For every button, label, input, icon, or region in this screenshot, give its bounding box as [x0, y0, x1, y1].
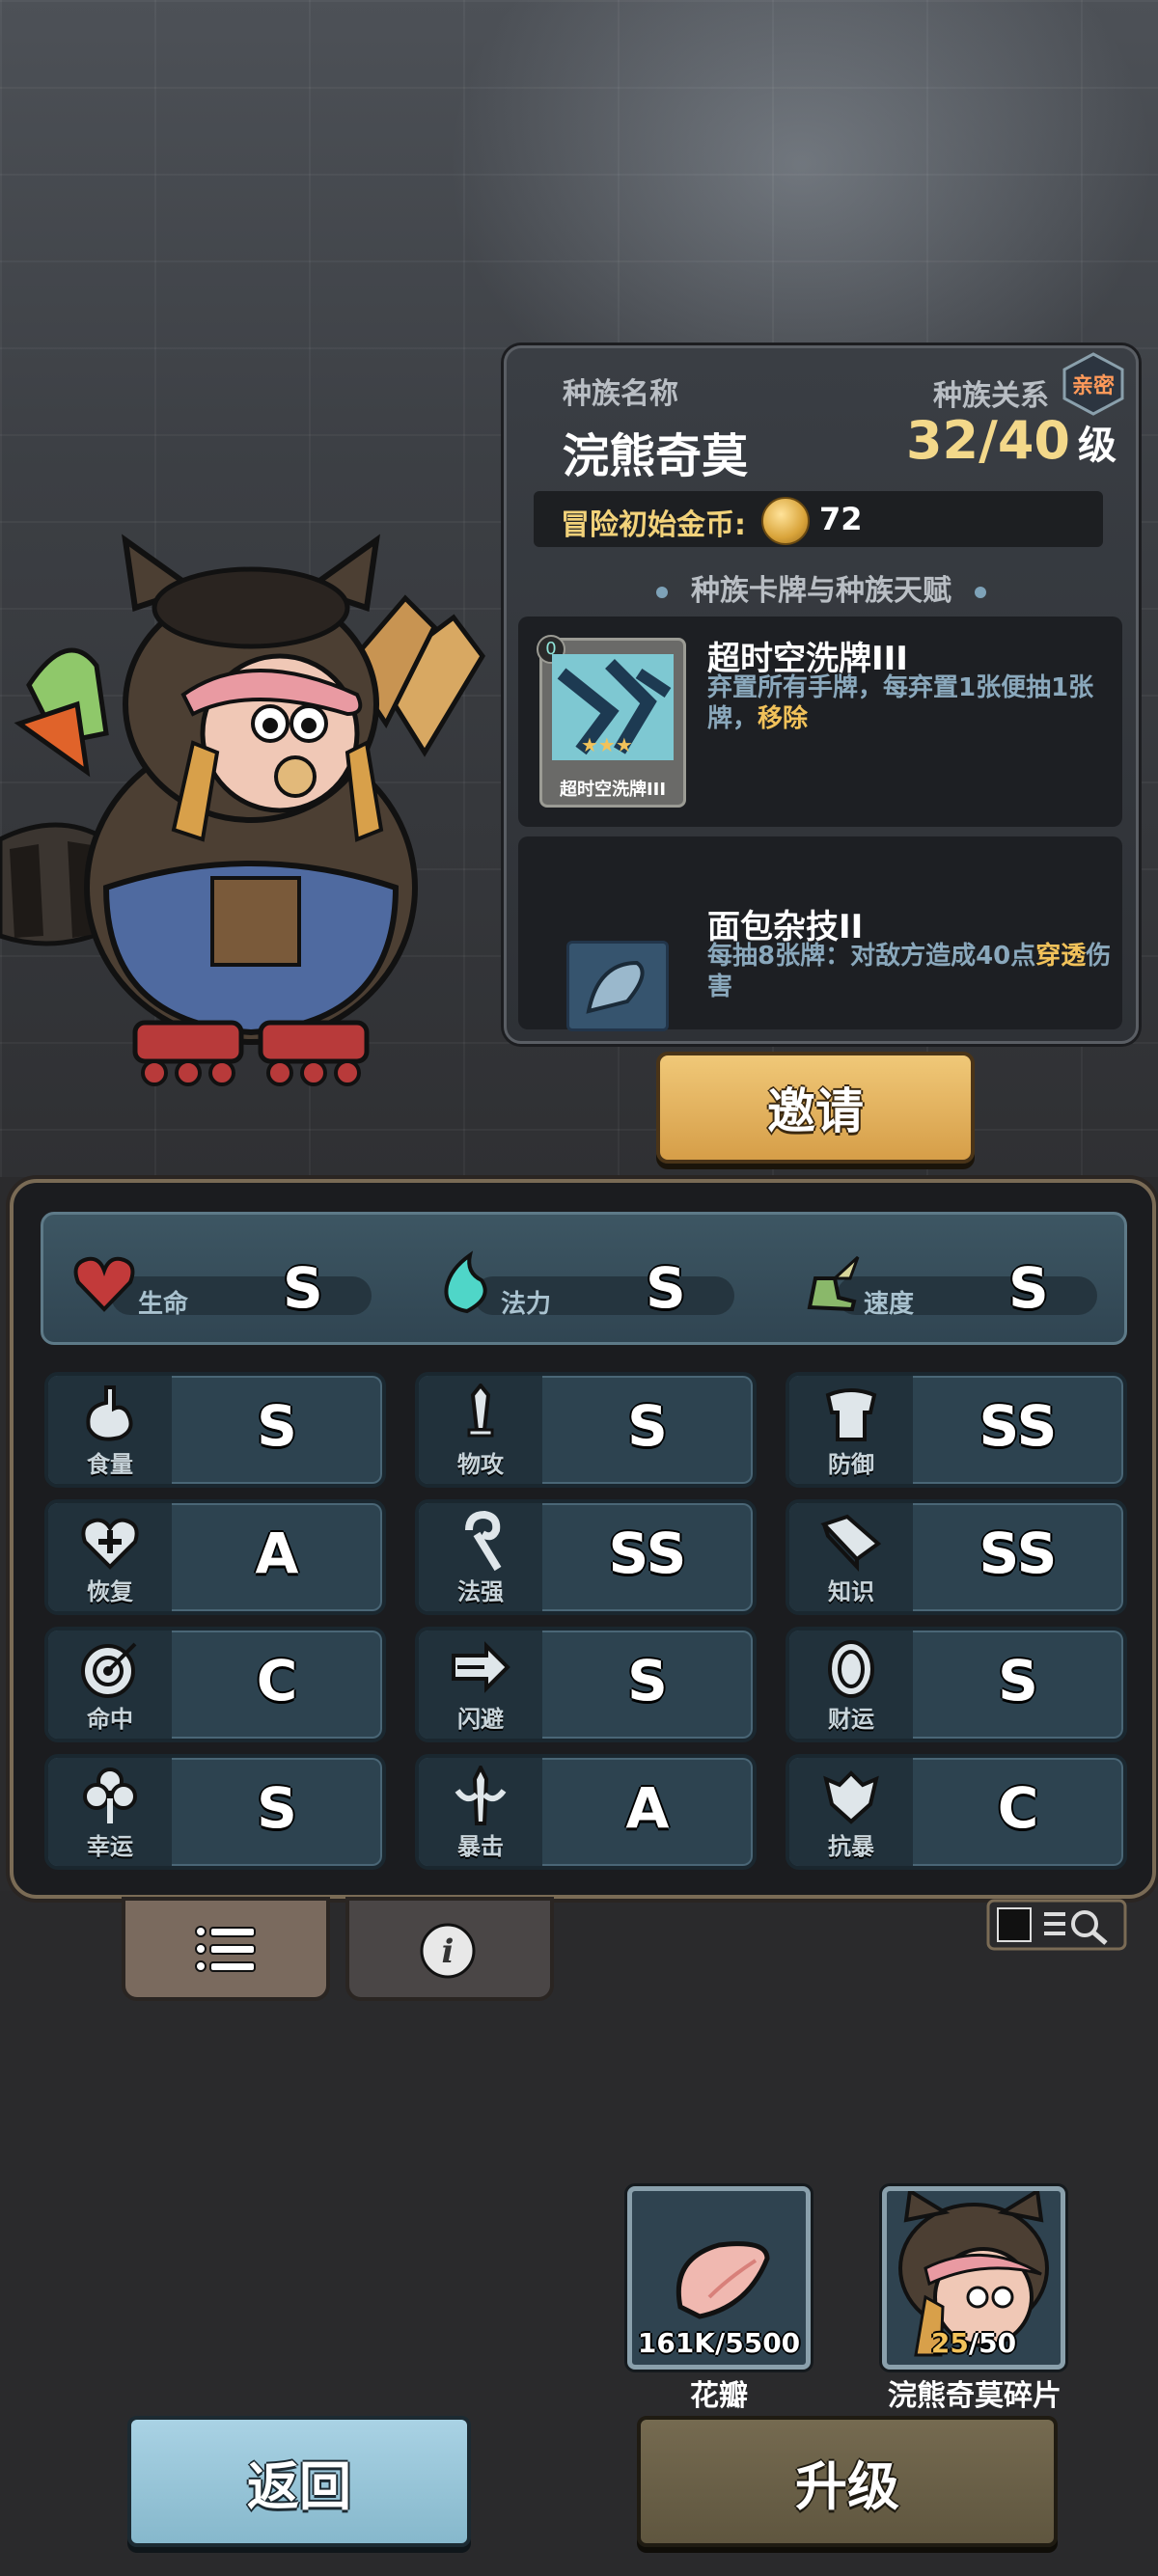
winged-boot-icon [807, 1255, 860, 1312]
stats-panel: 生命 S 法力 S 速度 S 食量 S 物攻 S 防御 SS 恢复 A 法强 S… [10, 1179, 1156, 1899]
upgrade-button[interactable]: 升级 [637, 2416, 1058, 2547]
shield-crest-icon [823, 1770, 879, 1824]
bullet-dot-icon [975, 586, 986, 598]
race-relation-label: 种族关系 [933, 379, 1049, 413]
star-rating-icon: ★★★ [581, 733, 633, 756]
target-icon [81, 1642, 137, 1698]
invite-button[interactable]: 邀请 [656, 1052, 975, 1164]
view-toggle[interactable] [984, 1897, 1129, 1953]
checkbox-icon [997, 1907, 1032, 1942]
book-icon [820, 1514, 882, 1573]
bullet-dot-icon [656, 586, 668, 598]
stat-crit-resist[interactable]: 抗暴 C [786, 1754, 1127, 1870]
heart-plus-icon [81, 1518, 139, 1570]
card-art[interactable]: 0 ★★★ 超时空洗牌III [537, 635, 686, 808]
race-talent-entry[interactable]: 面包杂技II 每抽8张牌：对敌方造成40点穿透伤害 [518, 836, 1122, 1031]
material-petal[interactable]: 161K/5500 [627, 2186, 811, 2370]
clover-icon [83, 1768, 137, 1823]
shard-count: 25/50 [930, 2327, 1017, 2359]
gold-coin-icon [761, 497, 810, 545]
stat-fortune[interactable]: 财运 S [786, 1627, 1127, 1742]
armor-icon [825, 1388, 877, 1441]
list-icon [195, 1926, 256, 1972]
level-unit: 级 [1078, 424, 1117, 468]
staff-icon [465, 1511, 502, 1572]
relation-badge-text: 亲密 [1071, 374, 1115, 398]
info-icon: i [420, 1923, 476, 1979]
race-level: 32/40 级 [906, 410, 1117, 471]
talent-description: 每抽8张牌：对敌方造成40点穿透伤害 [707, 942, 1112, 1001]
card-art-name: 超时空洗牌III [559, 780, 667, 800]
tab-info[interactable]: i [345, 1897, 554, 2001]
stat-hp[interactable]: 生命 S [63, 1240, 381, 1321]
primary-stats-bar: 生命 S 法力 S 速度 S [41, 1212, 1127, 1345]
stomach-icon [86, 1385, 133, 1441]
stat-critical[interactable]: 暴击 A [415, 1754, 757, 1870]
relation-badge[interactable]: 亲密 [1062, 352, 1124, 416]
stat-magic-power[interactable]: 法强 SS [415, 1499, 757, 1615]
shuffle-card-art-icon: ★★★ [552, 654, 674, 760]
stat-recovery[interactable]: 恢复 A [44, 1499, 386, 1615]
race-name-label: 种族名称 [563, 377, 678, 411]
cards-talents-heading: 种族卡牌与种族天赋 [507, 566, 1136, 609]
material-petal-label: 花瓣 [690, 2379, 748, 2413]
back-button[interactable]: 返回 [127, 2416, 471, 2547]
stat-appetite[interactable]: 食量 S [44, 1372, 386, 1488]
material-shard-label: 浣熊奇莫碎片 [888, 2379, 1062, 2413]
svg-text:i: i [442, 1932, 455, 1971]
dagger-icon [455, 1766, 507, 1825]
race-name: 浣熊奇莫 [563, 429, 749, 483]
coin-icon [828, 1640, 874, 1698]
race-info-panel: 种族名称 种族关系 亲密 浣熊奇莫 32/40 级 冒险初始金币: 72 种族卡牌… [504, 345, 1139, 1044]
stat-mana[interactable]: 法力 S [426, 1240, 744, 1321]
stat-accuracy[interactable]: 命中 C [44, 1627, 386, 1742]
petal-count: 161K/5500 [637, 2327, 801, 2359]
material-shard[interactable]: 25/50 [882, 2186, 1065, 2370]
stat-luck[interactable]: 幸运 S [44, 1754, 386, 1870]
stat-speed[interactable]: 速度 S [788, 1240, 1107, 1321]
dash-arrow-icon [452, 1641, 510, 1693]
bread-talent-icon [566, 941, 669, 1031]
race-card-entry[interactable]: 0 ★★★ 超时空洗牌III 超时空洗牌III 弃置所有手牌，每弃置1张便抽1张… [518, 617, 1122, 827]
mana-flame-icon [444, 1250, 487, 1314]
tab-stats-list[interactable] [122, 1897, 330, 2001]
stat-dodge[interactable]: 闪避 S [415, 1627, 757, 1742]
sword-icon [467, 1384, 494, 1438]
starting-gold-label: 冒险初始金币: [561, 508, 746, 542]
card-description: 弃置所有手牌，每弃置1张便抽1张牌，移除 [707, 673, 1094, 733]
stat-defense[interactable]: 防御 SS [786, 1372, 1127, 1488]
stat-physical-attack[interactable]: 物攻 S [415, 1372, 757, 1488]
raccoon-character-portrait [0, 534, 486, 1086]
level-value: 32/40 [905, 410, 1070, 471]
heart-icon [73, 1256, 135, 1312]
starting-gold-value: 72 [819, 501, 863, 537]
starting-gold-bar: 冒险初始金币: 72 [534, 491, 1103, 547]
stat-knowledge[interactable]: 知识 SS [786, 1499, 1127, 1615]
